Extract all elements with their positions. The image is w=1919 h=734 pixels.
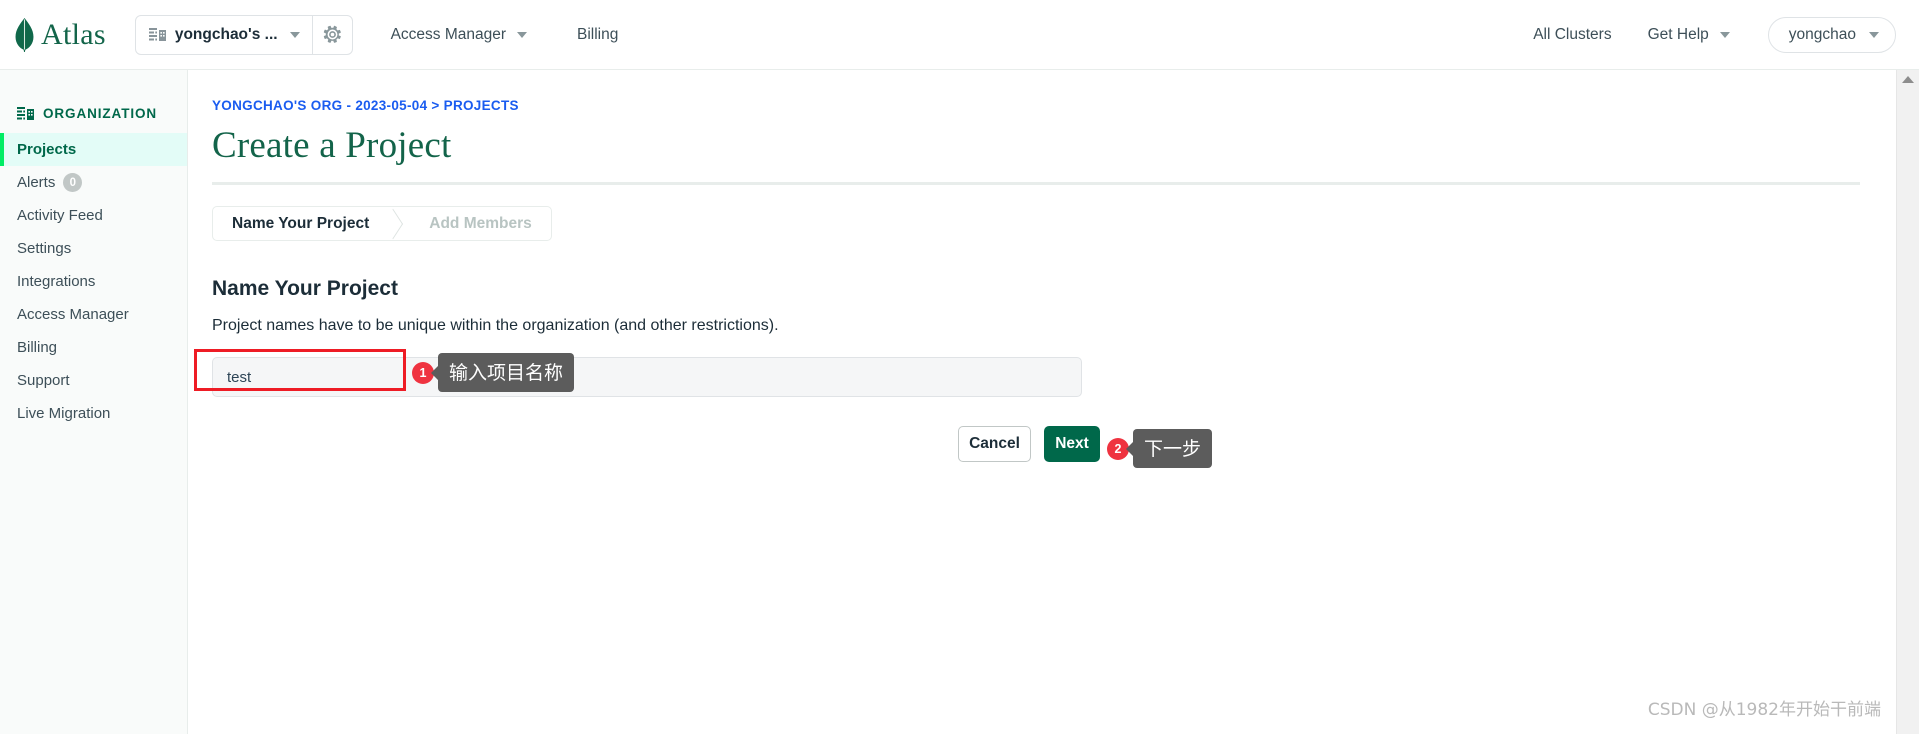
wizard-step-tabs: Name Your Project Add Members: [212, 206, 552, 241]
tab-label: Add Members: [429, 214, 532, 232]
sidebar-item-label: Settings: [17, 240, 72, 257]
project-name-field-row: 1 输入项目名称: [194, 349, 1082, 397]
sidebar-item-label: Activity Feed: [17, 207, 103, 224]
sidebar-item-label: Billing: [17, 339, 58, 356]
chevron-down-icon: [289, 31, 300, 38]
chevron-down-icon: [1719, 31, 1730, 38]
sidebar-item-label: Projects: [17, 141, 77, 158]
triangle-up-icon: [1902, 75, 1914, 83]
nav-link-get-help[interactable]: Get Help: [1648, 26, 1730, 44]
sidebar: ORGANIZATION Projects Alerts 0 Activity …: [0, 70, 188, 734]
sidebar-item-label: Live Migration: [17, 405, 111, 422]
organization-icon: [17, 106, 34, 122]
chevron-down-icon: [1869, 31, 1879, 38]
nav-link-billing[interactable]: Billing: [573, 15, 622, 55]
sidebar-section-header: ORGANIZATION: [0, 70, 187, 128]
tab-name-your-project[interactable]: Name Your Project: [213, 207, 388, 240]
top-navigation-bar: Atlas yongchao's ... Access Manager Bill…: [0, 0, 1919, 70]
project-name-input[interactable]: [212, 357, 1082, 397]
sidebar-item-integrations[interactable]: Integrations: [0, 265, 187, 298]
sidebar-item-live-migration[interactable]: Live Migration: [0, 397, 187, 430]
organization-icon: [148, 27, 166, 43]
atlas-logo[interactable]: Atlas: [14, 17, 106, 52]
org-switcher[interactable]: yongchao's ...: [134, 14, 353, 55]
watermark: CSDN @从1982年开始干前端: [1647, 700, 1881, 720]
user-menu-button[interactable]: yongchao: [1767, 16, 1896, 53]
annotation-tooltip: 下一步: [1133, 429, 1213, 468]
org-switcher-label: yongchao's ...: [174, 25, 278, 43]
gear-icon: [323, 25, 342, 44]
cancel-button[interactable]: Cancel: [958, 426, 1031, 462]
sidebar-item-support[interactable]: Support: [0, 364, 187, 397]
brand-name: Atlas: [41, 17, 106, 51]
annotation-tooltip: 输入项目名称: [438, 353, 575, 392]
user-menu-label: yongchao: [1788, 25, 1856, 43]
nav-link-access-manager[interactable]: Access Manager: [387, 15, 531, 55]
page-title: Create a Project: [212, 125, 452, 166]
chevron-down-icon: [517, 31, 528, 38]
nav-link-all-clusters-label: All Clusters: [1533, 25, 1612, 43]
annotation-2: 2 下一步: [1107, 429, 1213, 468]
tab-add-members[interactable]: Add Members: [404, 207, 551, 240]
tab-separator-chevron-icon: [388, 207, 404, 240]
sidebar-item-billing[interactable]: Billing: [0, 331, 187, 364]
sidebar-item-access-manager[interactable]: Access Manager: [0, 298, 187, 331]
sidebar-item-label: Access Manager: [17, 306, 129, 323]
sidebar-item-label: Support: [17, 372, 70, 389]
scroll-up-button[interactable]: [1897, 70, 1919, 88]
breadcrumb[interactable]: YONGCHAO'S ORG - 2023-05-04 > PROJECTS: [212, 98, 1896, 113]
section-title: Name Your Project: [212, 277, 398, 300]
section-description: Project names have to be unique within t…: [212, 317, 779, 334]
annotation-1: 1 输入项目名称: [412, 353, 575, 392]
sidebar-item-alerts[interactable]: Alerts 0: [0, 166, 187, 199]
sidebar-header-label: ORGANIZATION: [43, 106, 158, 121]
sidebar-item-activity-feed[interactable]: Activity Feed: [0, 199, 187, 232]
form-actions: Cancel Next 2 下一步: [212, 426, 1213, 468]
alerts-count-badge: 0: [63, 173, 83, 192]
mongodb-leaf-icon: [14, 17, 35, 52]
main-content: YONGCHAO'S ORG - 2023-05-04 > PROJECTS C…: [189, 70, 1896, 734]
next-button[interactable]: Next: [1044, 426, 1100, 462]
tab-label: Name Your Project: [232, 214, 370, 232]
org-switcher-button[interactable]: yongchao's ...: [136, 16, 312, 54]
org-settings-button[interactable]: [313, 16, 352, 54]
nav-link-all-clusters[interactable]: All Clusters: [1533, 26, 1611, 44]
sidebar-item-settings[interactable]: Settings: [0, 232, 187, 265]
nav-link-access-manager-label: Access Manager: [390, 25, 507, 43]
vertical-scrollbar[interactable]: [1896, 70, 1919, 734]
nav-link-billing-label: Billing: [577, 25, 619, 43]
top-nav-right-group: All Clusters Get Help yongchao: [1533, 16, 1896, 53]
sidebar-item-projects[interactable]: Projects: [0, 133, 187, 166]
divider: [212, 182, 1860, 185]
nav-link-get-help-label: Get Help: [1647, 25, 1709, 43]
sidebar-item-label: Integrations: [17, 273, 96, 290]
sidebar-item-label: Alerts: [17, 174, 56, 191]
